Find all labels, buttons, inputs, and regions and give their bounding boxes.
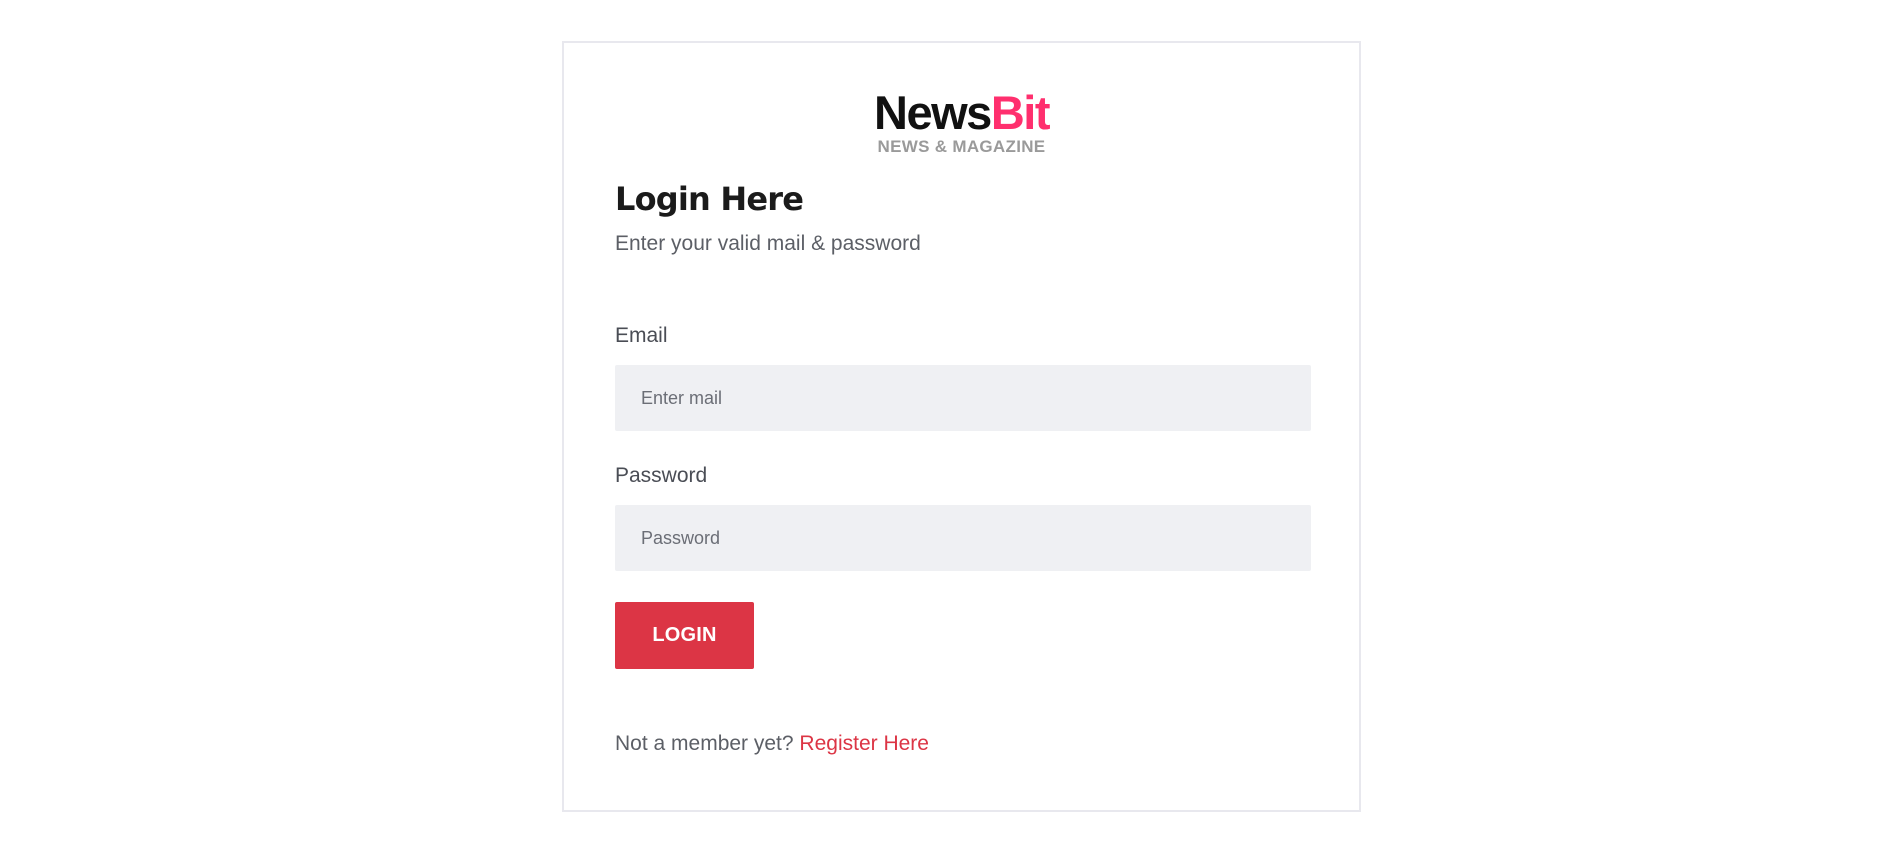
logo: NewsBit NEWS & MAGAZINE (564, 89, 1359, 157)
register-link[interactable]: Register Here (799, 732, 929, 755)
password-label: Password (615, 464, 708, 487)
logo-news: News (874, 86, 992, 139)
page-subtitle: Enter your valid mail & password (615, 232, 921, 255)
page: NewsBit NEWS & MAGAZINE Login Here Enter… (0, 0, 1898, 847)
password-field[interactable] (615, 505, 1311, 571)
register-prompt: Not a member yet? (615, 732, 794, 755)
logo-wrap: NewsBit NEWS & MAGAZINE (874, 86, 1051, 156)
logo-bit: Bit (990, 86, 1051, 139)
logo-wordmark: NewsBit (874, 86, 1051, 139)
page-title: Login Here (615, 180, 804, 218)
login-button[interactable]: LOGIN (615, 602, 754, 669)
email-label: Email (615, 324, 668, 347)
register-line: Not a member yet? Register Here (615, 730, 929, 758)
email-field[interactable] (615, 365, 1311, 431)
logo-tagline: NEWS & MAGAZINE (877, 137, 1046, 156)
login-card: NewsBit NEWS & MAGAZINE Login Here Enter… (562, 41, 1361, 812)
